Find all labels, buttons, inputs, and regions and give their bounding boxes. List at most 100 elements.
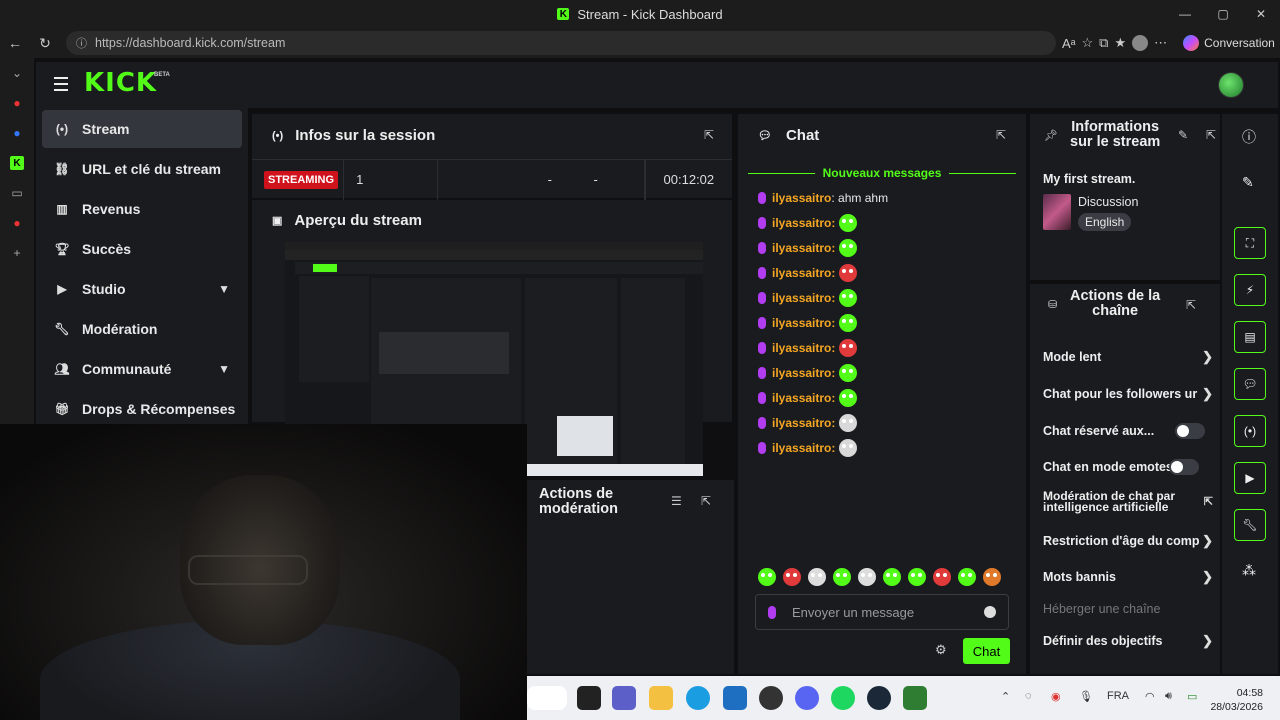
- youtube-tab-icon[interactable]: ●: [0, 88, 34, 118]
- emote-icon[interactable]: [839, 214, 858, 232]
- chat-username[interactable]: ilyassaitro: [772, 266, 831, 280]
- app-icon[interactable]: [903, 686, 927, 710]
- wrench-icon[interactable]: 🔧︎: [1234, 509, 1266, 541]
- angry-emote-icon[interactable]: [839, 339, 858, 357]
- gear-icon[interactable]: ⚙: [935, 642, 947, 658]
- chat-username[interactable]: ilyassaitro: [772, 391, 831, 405]
- youtube-tab-icon[interactable]: ●: [0, 208, 34, 238]
- emote-icon[interactable]: [858, 568, 876, 586]
- kick-logo[interactable]: KICK: [84, 68, 157, 98]
- emote-icon[interactable]: [839, 439, 858, 457]
- emote-icon[interactable]: [783, 568, 801, 586]
- nav-item-stream-url[interactable]: ⛓ URL et clé du stream: [42, 150, 242, 188]
- copilot-button[interactable]: Conversation: [1183, 35, 1275, 51]
- discord-icon[interactable]: [795, 686, 819, 710]
- kick-tab-icon[interactable]: K: [10, 156, 24, 170]
- maximize-icon[interactable]: ▢: [1204, 0, 1242, 28]
- clock[interactable]: 04:58 28/03/2026: [1209, 686, 1263, 714]
- emote-icon[interactable]: [808, 568, 826, 586]
- teams-icon[interactable]: [612, 686, 636, 710]
- chat-username[interactable]: ilyassaitro: [772, 341, 831, 355]
- tray-chevron-icon[interactable]: ⌃: [1001, 690, 1010, 703]
- chat-username[interactable]: ilyassaitro: [772, 366, 831, 380]
- search-box[interactable]: [527, 686, 567, 710]
- menu-icon[interactable]: [54, 77, 68, 91]
- nav-item-drops[interactable]: 🎁︎ Drops & Récompenses: [42, 390, 242, 428]
- language-indicator[interactable]: FRA: [1107, 690, 1129, 702]
- address-bar[interactable]: ⓘ https://dashboard.kick.com/stream: [66, 31, 1056, 55]
- read-aloud-icon[interactable]: Aᵃ: [1062, 36, 1076, 51]
- battery-icon[interactable]: ▭: [1187, 690, 1197, 703]
- expand-icon[interactable]: ⇱: [1186, 298, 1196, 312]
- age-restriction-row[interactable]: Restriction d'âge du comp ❯: [1043, 531, 1213, 551]
- broadcast-icon[interactable]: (•): [1234, 415, 1266, 447]
- site-info-icon[interactable]: ⓘ: [76, 35, 87, 51]
- edge-icon[interactable]: [686, 686, 710, 710]
- emote-icon[interactable]: [839, 414, 858, 432]
- favorites-icon[interactable]: ★: [1114, 35, 1126, 51]
- nav-item-stream[interactable]: (•) Stream: [42, 110, 242, 148]
- new-tab-icon[interactable]: +: [0, 238, 34, 268]
- nav-item-community[interactable]: 👥︎ Communauté ▼: [42, 350, 242, 388]
- banned-words-row[interactable]: Mots bannis ❯: [1043, 567, 1213, 587]
- extensions-icon[interactable]: ⧉: [1099, 35, 1108, 51]
- expand-icon[interactable]: ⇱: [701, 494, 711, 508]
- lightning-icon[interactable]: ⚡︎: [1234, 274, 1266, 306]
- chat-username[interactable]: ilyassaitro: [772, 316, 831, 330]
- store-icon[interactable]: [723, 686, 747, 710]
- obs-icon[interactable]: [759, 686, 783, 710]
- close-icon[interactable]: ✕: [1242, 0, 1280, 28]
- favorite-star-icon[interactable]: ☆: [1082, 35, 1094, 51]
- chat-username[interactable]: ilyassaitro: [772, 416, 831, 430]
- volume-icon[interactable]: 🔊︎: [1165, 690, 1172, 703]
- chat-username[interactable]: ilyassaitro: [772, 191, 831, 205]
- nav-item-moderation[interactable]: 🔧︎ Modération: [42, 310, 242, 348]
- notes-icon[interactable]: ▤: [1234, 321, 1266, 353]
- tab-icon[interactable]: ▭: [0, 178, 34, 208]
- emote-icon[interactable]: [833, 568, 851, 586]
- info-icon[interactable]: ⓘ: [1242, 127, 1256, 147]
- chat-send-button[interactable]: Chat: [963, 638, 1010, 664]
- clip-icon[interactable]: ⛶: [1234, 227, 1266, 259]
- tray-icon[interactable]: ◌: [1025, 690, 1032, 702]
- expand-icon[interactable]: ⇱: [704, 128, 714, 142]
- edit-icon[interactable]: ✎: [1178, 128, 1188, 142]
- wifi-icon[interactable]: ◠: [1145, 690, 1155, 703]
- chat-username[interactable]: ilyassaitro: [772, 241, 831, 255]
- followers-chat-row[interactable]: Chat pour les followers ur ❯: [1043, 384, 1213, 404]
- slow-mode-row[interactable]: Mode lent ❯: [1043, 347, 1213, 367]
- expand-icon[interactable]: ⇱: [1206, 128, 1216, 142]
- edit-icon[interactable]: ✎: [1242, 174, 1254, 191]
- emotes-chat-toggle[interactable]: [1169, 459, 1199, 475]
- community-icon[interactable]: ⁂: [1242, 562, 1256, 579]
- nav-item-studio[interactable]: ▶ Studio ▼: [42, 270, 242, 308]
- emote-icon[interactable]: [958, 568, 976, 586]
- microphone-icon[interactable]: 🎙︎: [1079, 690, 1093, 703]
- emote-icon[interactable]: [839, 239, 858, 257]
- more-icon[interactable]: ⋯: [1154, 35, 1167, 51]
- nav-item-achievements[interactable]: 🏆︎ Succès: [42, 230, 242, 268]
- chat-username[interactable]: ilyassaitro: [772, 216, 831, 230]
- reserved-chat-toggle[interactable]: [1175, 423, 1205, 439]
- angry-emote-icon[interactable]: [839, 264, 858, 282]
- filter-icon[interactable]: ☰: [671, 494, 682, 508]
- search-tab-icon[interactable]: ●: [0, 118, 34, 148]
- chevron-down-icon[interactable]: ⌄: [0, 58, 34, 88]
- profile-avatar[interactable]: [1132, 35, 1149, 51]
- emote-icon[interactable]: [839, 289, 858, 307]
- chat-username[interactable]: ilyassaitro: [772, 291, 831, 305]
- emote-icon[interactable]: [908, 568, 926, 586]
- chat-username[interactable]: ilyassaitro: [772, 441, 831, 455]
- emote-icon[interactable]: [839, 389, 858, 407]
- nav-item-revenue[interactable]: ▥ Revenus: [42, 190, 242, 228]
- user-avatar[interactable]: [1218, 72, 1244, 98]
- tray-icon[interactable]: ◉: [1051, 690, 1061, 703]
- refresh-icon[interactable]: ↻: [30, 28, 60, 58]
- steam-icon[interactable]: [867, 686, 891, 710]
- file-explorer-icon[interactable]: [649, 686, 673, 710]
- ai-moderation-row[interactable]: Modération de chat par intelligence arti…: [1043, 491, 1213, 519]
- set-goals-row[interactable]: Définir des objectifs ❯: [1043, 631, 1213, 651]
- task-view-icon[interactable]: [577, 686, 601, 710]
- emote-icon[interactable]: [983, 568, 1001, 586]
- emote-icon[interactable]: [933, 568, 951, 586]
